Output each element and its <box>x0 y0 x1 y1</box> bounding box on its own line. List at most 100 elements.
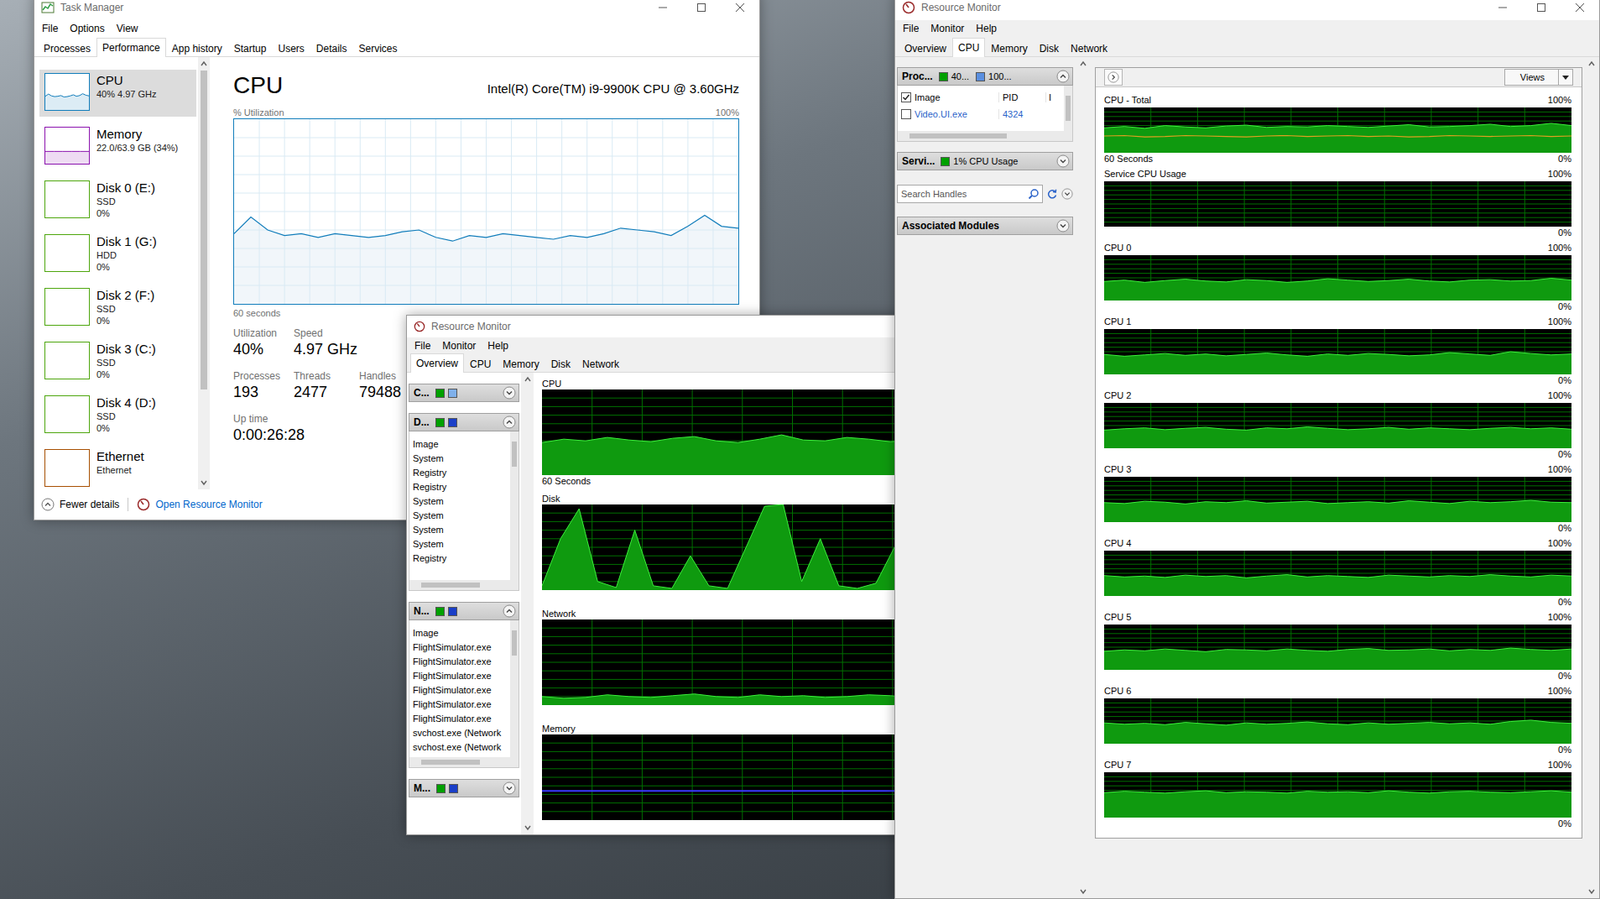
section-header[interactable]: C... <box>408 383 520 402</box>
tab[interactable]: Performance <box>96 37 167 58</box>
scrollbar[interactable] <box>510 431 519 580</box>
list-row[interactable]: System <box>412 536 511 552</box>
expand-icon[interactable] <box>1061 187 1074 200</box>
menu-item[interactable]: File <box>408 339 437 352</box>
resource-monitor-icon <box>136 497 151 511</box>
menu-item[interactable]: File <box>896 22 925 35</box>
list-row[interactable]: Registry <box>412 479 511 495</box>
scrollbar[interactable] <box>1063 85 1073 131</box>
list-row[interactable]: FlightSimulator.exe <box>412 697 511 712</box>
horizontal-scrollbar[interactable] <box>409 756 519 767</box>
column-header[interactable]: Image <box>897 92 999 103</box>
fewer-details-button[interactable]: Fewer details <box>41 497 120 511</box>
services-header[interactable]: Servi...1% CPU Usage <box>896 151 1074 171</box>
scrollbar[interactable] <box>521 372 534 834</box>
list-row[interactable]: svchost.exe (Network <box>412 725 511 741</box>
sidebar-item[interactable]: CPU40% 4.97 GHz <box>39 69 197 117</box>
collapse-icon[interactable] <box>1056 69 1070 84</box>
list-row[interactable]: FlightSimulator.exe <box>412 654 511 669</box>
list-row[interactable]: svchost.exe (Network <box>412 740 511 755</box>
tab[interactable]: App history <box>166 39 229 58</box>
scrollbar[interactable] <box>510 620 519 757</box>
list-row[interactable]: Registry <box>412 465 511 480</box>
tab[interactable]: Users <box>271 39 310 58</box>
list-row[interactable]: FlightSimulator.exe <box>412 668 511 683</box>
menu-item[interactable]: Help <box>969 22 1003 35</box>
list-row[interactable]: System <box>412 522 511 537</box>
list-row[interactable]: FlightSimulator.exe <box>412 682 511 698</box>
tab[interactable]: Network <box>1064 39 1114 58</box>
tab[interactable]: CPU <box>463 354 497 373</box>
associated-modules-header[interactable]: Associated Modules <box>896 216 1074 235</box>
list-row[interactable]: Registry <box>412 551 511 566</box>
sidebar-item[interactable]: EthernetEthernet <box>39 445 197 490</box>
expand-icon[interactable] <box>502 385 516 400</box>
scroll-thumb[interactable] <box>200 70 208 390</box>
list-row[interactable]: System <box>412 451 511 466</box>
column-header[interactable]: Image <box>412 625 511 641</box>
open-resource-monitor-link[interactable]: Open Resource Monitor <box>136 497 262 511</box>
tab[interactable]: CPU <box>952 37 986 58</box>
list-row[interactable]: System <box>412 494 511 509</box>
collapse-icon[interactable] <box>502 604 516 618</box>
tab[interactable]: Disk <box>1033 39 1065 58</box>
scrollbar[interactable] <box>1584 57 1600 898</box>
menu-item[interactable]: View <box>110 22 145 35</box>
tab[interactable]: Overview <box>410 353 464 373</box>
refresh-icon[interactable] <box>1046 187 1058 200</box>
list-row[interactable]: FlightSimulator.exe <box>412 711 511 726</box>
minimize-button[interactable] <box>1483 0 1522 21</box>
expand-panel-button[interactable] <box>1104 68 1123 86</box>
expand-icon[interactable] <box>1056 218 1070 233</box>
processes-header[interactable]: Proc...40...100... <box>896 67 1074 86</box>
tab[interactable]: Memory <box>496 354 545 373</box>
menu-item[interactable]: Monitor <box>924 22 970 35</box>
column-header[interactable]: I <box>1045 92 1064 103</box>
search-input[interactable] <box>897 188 1028 199</box>
horizontal-scrollbar[interactable] <box>897 130 1073 141</box>
list-row[interactable]: FlightSimulator.exe <box>412 640 511 655</box>
minimize-button[interactable] <box>643 0 683 21</box>
sidebar-item[interactable]: Disk 1 (G:)HDD0% <box>39 230 197 278</box>
maximize-button[interactable] <box>682 0 721 21</box>
section-header[interactable]: D... <box>408 412 520 432</box>
tab[interactable]: Startup <box>228 39 273 58</box>
tab[interactable]: Network <box>576 354 626 373</box>
menu-item[interactable]: Help <box>481 339 515 352</box>
section-header[interactable]: N... <box>408 601 520 621</box>
close-button[interactable] <box>1560 0 1600 21</box>
expand-icon[interactable] <box>502 781 516 795</box>
menu-item[interactable]: File <box>36 22 64 35</box>
tab[interactable]: Details <box>310 39 354 58</box>
scrollbar[interactable] <box>198 57 210 490</box>
search-icon[interactable] <box>1027 187 1040 200</box>
menu-item[interactable]: Options <box>63 22 110 35</box>
table-row[interactable]: Video.UI.exe4324 <box>897 105 1064 123</box>
column-header[interactable]: PID <box>998 92 1046 103</box>
horizontal-scrollbar[interactable] <box>409 579 519 590</box>
tab[interactable]: Overview <box>898 39 953 58</box>
tab[interactable]: Processes <box>37 39 97 58</box>
sidebar-item[interactable]: Disk 2 (F:)SSD0% <box>39 284 197 332</box>
checkbox-icon[interactable] <box>901 109 912 120</box>
close-button[interactable] <box>720 0 760 21</box>
tab[interactable]: Services <box>353 39 404 58</box>
expand-icon[interactable] <box>1056 154 1070 168</box>
search-field[interactable] <box>896 184 1043 204</box>
sidebar-item[interactable]: Disk 3 (C:)SSD0% <box>39 338 197 386</box>
tab[interactable]: Memory <box>985 39 1033 58</box>
views-dropdown[interactable]: Views <box>1504 68 1574 86</box>
sidebar-item[interactable]: Disk 4 (D:)SSD0% <box>39 391 197 439</box>
scrollbar[interactable] <box>1076 57 1090 898</box>
graph: CPU 7100%0% <box>1104 758 1572 829</box>
sidebar-item[interactable]: Memory22.0/63.9 GB (34%) <box>39 123 197 171</box>
sidebar-item[interactable]: Disk 0 (E:)SSD0% <box>39 177 197 225</box>
list-row[interactable]: System <box>412 508 511 523</box>
tab[interactable]: Disk <box>545 354 577 373</box>
checked-box-icon[interactable] <box>901 92 912 103</box>
maximize-button[interactable] <box>1521 0 1561 21</box>
column-header[interactable]: Image <box>412 437 511 452</box>
menu-item[interactable]: Monitor <box>436 339 482 352</box>
collapse-icon[interactable] <box>502 415 516 429</box>
section-header[interactable]: M... <box>408 778 520 798</box>
